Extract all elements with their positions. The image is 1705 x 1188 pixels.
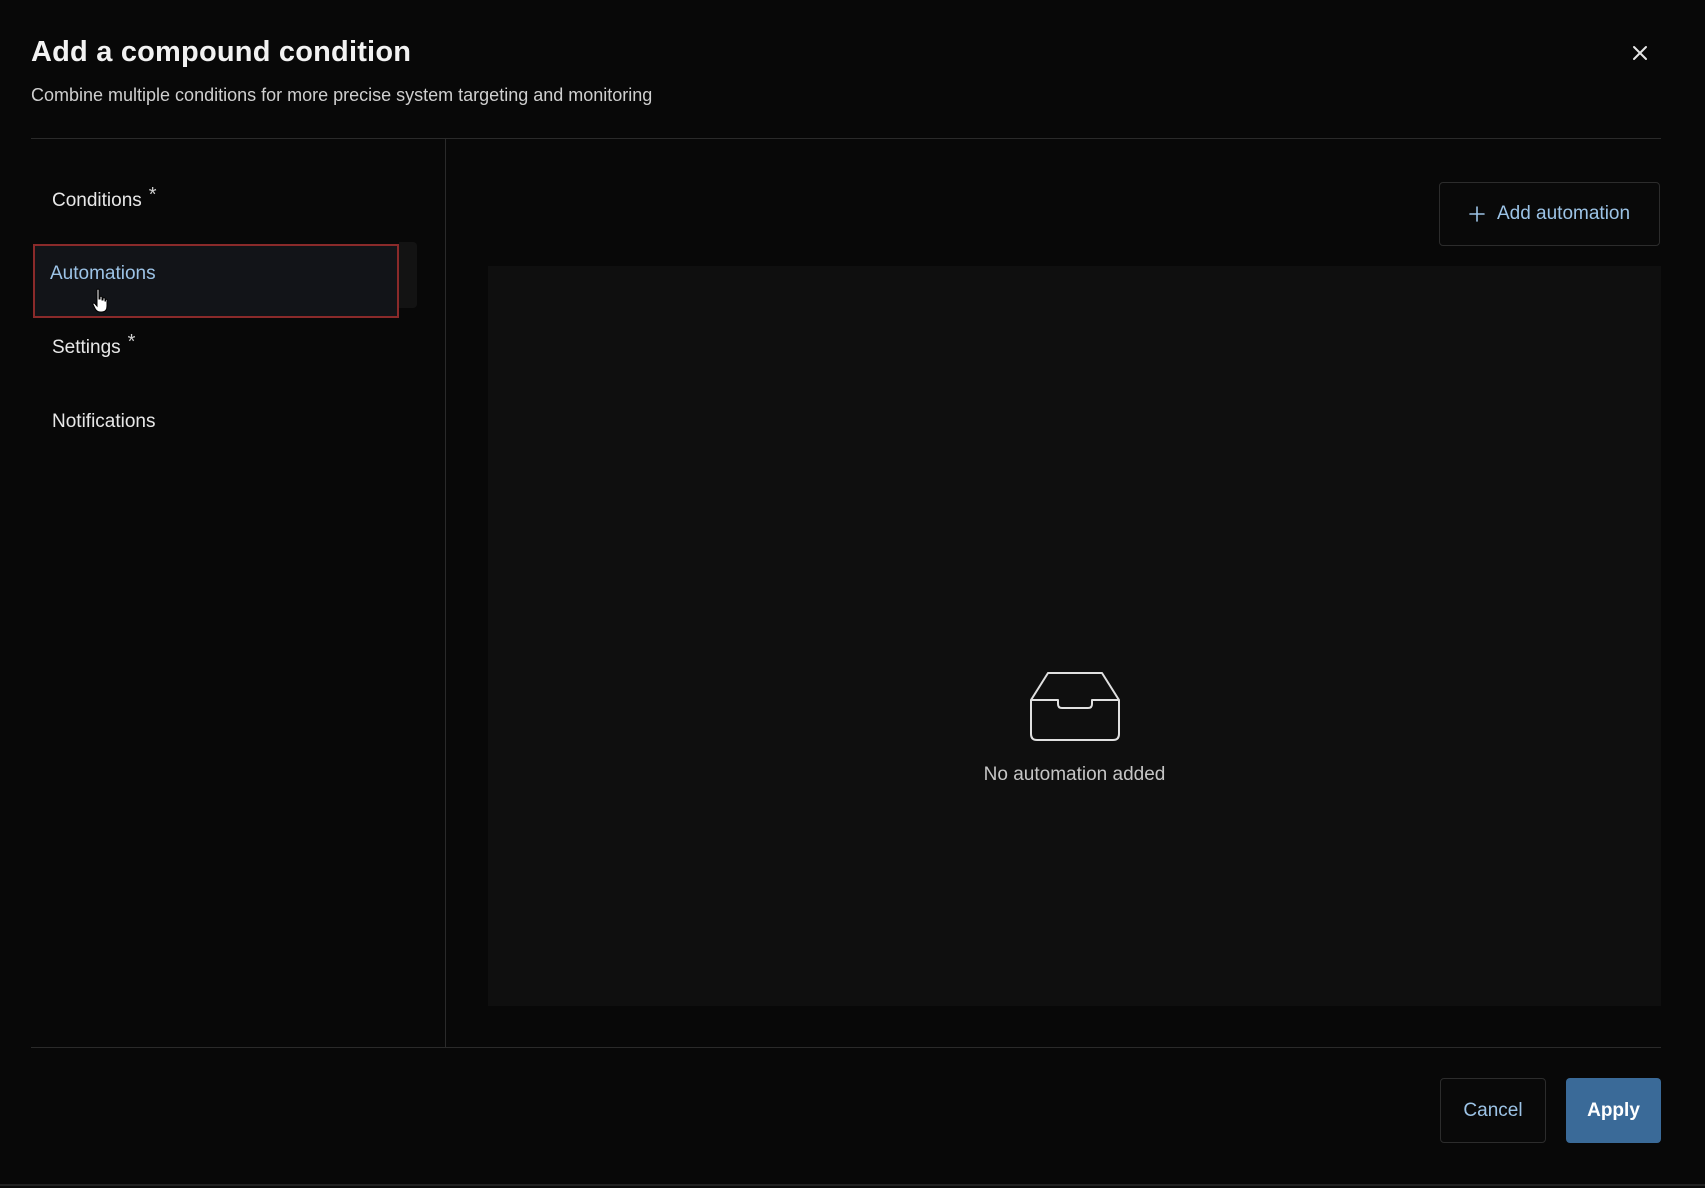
close-button[interactable]: [1622, 36, 1658, 70]
dialog-title: Add a compound condition: [31, 36, 412, 68]
footer-divider: [31, 1047, 1661, 1048]
required-marker: *: [148, 183, 157, 206]
add-automation-button[interactable]: Add automation: [1439, 182, 1660, 246]
dialog-subtitle: Combine multiple conditions for more pre…: [31, 85, 653, 105]
sidebar-item-label: Conditions: [52, 190, 142, 211]
compound-condition-dialog: Add a compound condition Combine multipl…: [0, 0, 1705, 1186]
pointer-cursor-icon: [92, 288, 108, 313]
automations-content: Add automation No automation added: [446, 139, 1661, 1047]
empty-state-text: No automation added: [983, 764, 1166, 785]
sidebar-item-label: Automations: [50, 263, 156, 284]
sidebar-item-label: Notifications: [52, 411, 156, 432]
sidebar-item-settings[interactable]: Settings *: [37, 315, 395, 381]
required-marker: *: [127, 330, 136, 353]
plus-icon: [1469, 206, 1485, 222]
apply-button[interactable]: Apply: [1566, 1078, 1661, 1143]
close-icon: [1633, 46, 1647, 60]
empty-state: No automation added: [488, 670, 1661, 786]
dialog-header: Add a compound condition Combine multipl…: [31, 36, 1645, 106]
inbox-icon: [1029, 672, 1120, 741]
sidebar-item-automations[interactable]: Automations: [33, 242, 417, 318]
add-automation-label: Add automation: [1496, 203, 1631, 224]
cancel-button[interactable]: Cancel: [1440, 1078, 1546, 1143]
sidebar-nav: Conditions * Automations Settings * Noti…: [31, 139, 446, 1047]
sidebar-item-conditions[interactable]: Conditions *: [37, 168, 395, 234]
sidebar-item-notifications[interactable]: Notifications: [37, 389, 395, 455]
sidebar-item-label: Settings: [52, 337, 121, 358]
automations-list-panel: No automation added: [488, 266, 1661, 1006]
